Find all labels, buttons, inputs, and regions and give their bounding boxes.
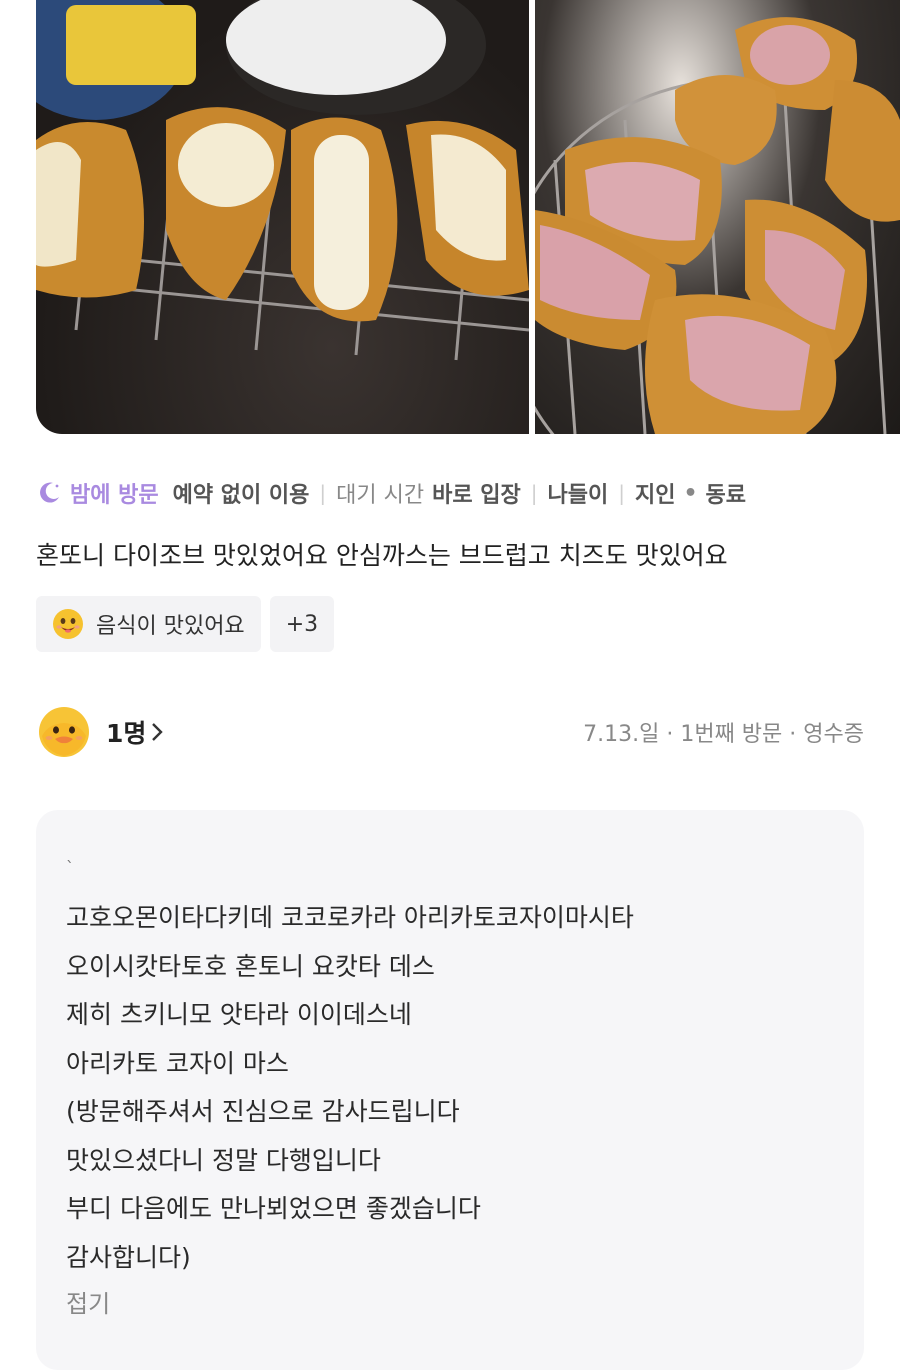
purpose-tag: 나들이	[547, 483, 609, 508]
chevron-right-icon	[152, 723, 164, 741]
companion-separator: •	[683, 480, 698, 506]
more-keywords-label: +3	[285, 611, 319, 637]
divider: |	[319, 481, 327, 505]
keyword-chips: 음식이 맛있어요 +3	[36, 596, 335, 652]
reply-line: 맛있으셨다니 정말 다행입니다	[66, 1145, 381, 1175]
wait-time-label: 대기 시간	[336, 483, 425, 508]
reviewer-link[interactable]: 1명	[106, 714, 164, 750]
keyword-chip-label: 음식이 맛있어요	[96, 614, 245, 639]
companion-tag-1: 지인	[634, 483, 676, 508]
review-text: 혼또니 다이조브 맛있었어요 안심까스는 브드럽고 치즈도 맛있어요	[36, 541, 728, 570]
divider: |	[618, 481, 625, 505]
fold-button[interactable]: 접기	[66, 1284, 110, 1319]
reply-line: 제히 츠키니모 앗타라 이이데스네	[66, 1000, 412, 1029]
review-meta: 7.13.일 · 1번째 방문 · 영수증	[583, 722, 864, 747]
reply-line: 부디 다음에도 만나뵈었으면 좋겠습니다	[66, 1194, 481, 1223]
divider: |	[530, 481, 538, 505]
smiley-emoji-icon	[53, 609, 83, 639]
reply-line: 감사합니다)	[66, 1242, 191, 1272]
reply-line: (방문해주셔서 진심으로 감사드립니다	[66, 1097, 460, 1126]
review-photo-cheese-katsu[interactable]	[36, 0, 529, 434]
reply-line: 오이시캇타토호 혼토니 요캇타 데스	[66, 951, 435, 981]
reply-line: 고호오몬이타다키데 코코로카라 아리카토코자이마시타	[66, 903, 634, 932]
visit-info-tags: 밤에 방문 예약 없이 이용 | 대기 시간 바로 입장 | 나들이 | 지인 …	[36, 476, 746, 510]
reservation-tag: 예약 없이 이용	[172, 483, 310, 508]
review-photo-pork-katsu[interactable]	[535, 0, 900, 434]
owner-reply-text: 고호오몬이타다키데 코코로카라 아리카토코자이마시타 오이시캇타토호 혼토니 요…	[66, 896, 634, 1284]
reply-line: 아리카토 코자이 마스	[66, 1048, 289, 1078]
visit-time-tag: 밤에 방문	[70, 483, 159, 508]
keyword-chip[interactable]: 음식이 맛있어요	[36, 596, 261, 652]
wait-time-value: 바로 입장	[432, 483, 521, 508]
companion-tag-2: 동료	[705, 483, 746, 508]
review-photos	[36, 0, 900, 434]
reply-mark: `	[66, 858, 74, 877]
more-keywords-chip[interactable]: +3	[269, 596, 335, 652]
duck-avatar-icon[interactable]	[38, 706, 90, 758]
reviewer-name: 1명	[106, 719, 147, 748]
moon-icon	[40, 482, 59, 503]
